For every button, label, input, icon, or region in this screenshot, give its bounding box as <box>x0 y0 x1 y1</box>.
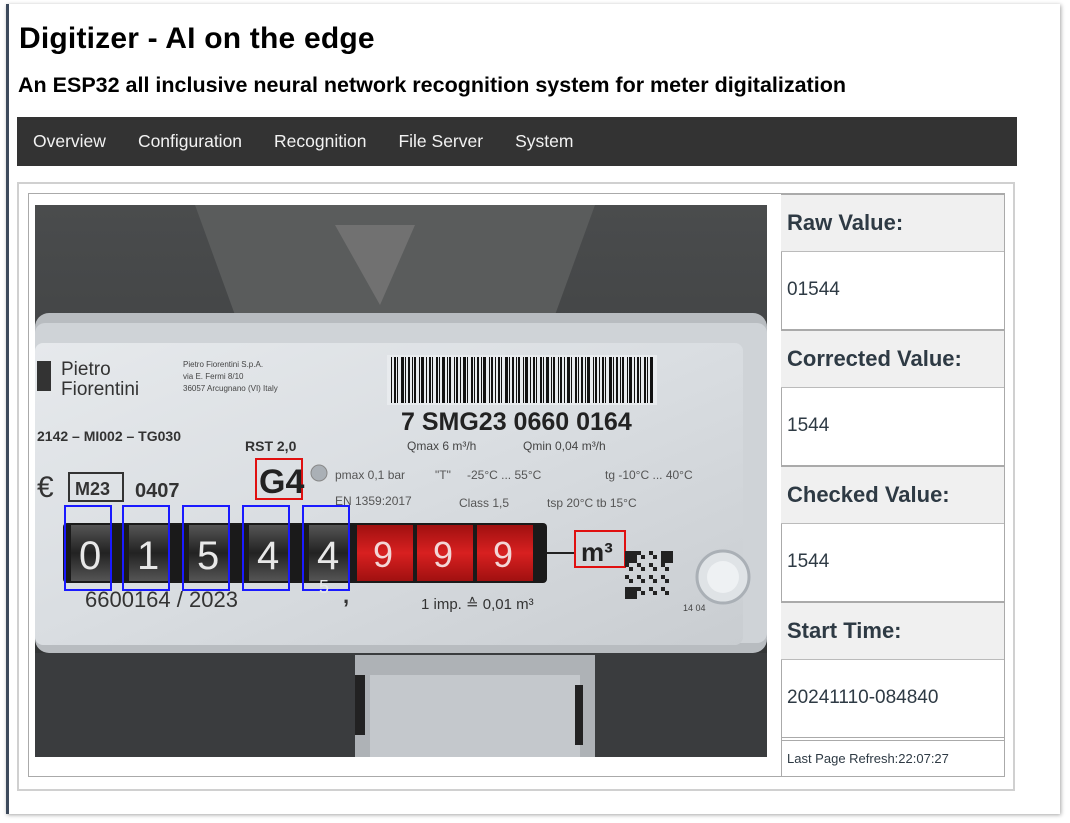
svg-text:0407: 0407 <box>135 480 180 502</box>
red-digit-2: 9 <box>493 534 513 575</box>
svg-text:6600164 / 2023: 6600164 / 2023 <box>85 587 238 612</box>
digit-1: 1 <box>137 534 159 578</box>
last-refresh: Last Page Refresh:22:07:27 <box>781 740 1004 776</box>
raw-value: 01544 <box>781 252 1004 330</box>
svg-text:-25°C ... 55°C: -25°C ... 55°C <box>467 468 542 482</box>
digit-next: 5 <box>319 577 329 597</box>
svg-text:tsp 20°C tb 15°C: tsp 20°C tb 15°C <box>547 496 637 510</box>
svg-text:M23: M23 <box>75 479 110 499</box>
brand-line1: Pietro <box>61 359 111 380</box>
svg-text:RST 2,0: RST 2,0 <box>245 438 297 454</box>
red-digit-0: 9 <box>373 534 393 575</box>
raw-value-label: Raw Value: <box>781 194 1004 252</box>
nav-system[interactable]: System <box>499 117 589 166</box>
svg-text:m³: m³ <box>581 537 613 567</box>
svg-text:via E. Fermi 8/10: via E. Fermi 8/10 <box>183 372 244 381</box>
svg-text:Qmin 0,04 m³/h: Qmin 0,04 m³/h <box>523 439 606 453</box>
main-nav: Overview Configuration Recognition File … <box>17 117 1017 166</box>
meter-serial: 7 SMG23 0660 0164 <box>401 408 632 436</box>
overview-frame: Pietro Fiorentini Pietro Fiorentini S.p.… <box>17 182 1015 791</box>
red-digit-1: 9 <box>433 534 453 575</box>
svg-text:36057 Arcugnano (VI) Italy: 36057 Arcugnano (VI) Italy <box>183 384 278 393</box>
svg-text:1 imp. ≙ 0,01 m³: 1 imp. ≙ 0,01 m³ <box>421 596 534 613</box>
nav-configuration[interactable]: Configuration <box>122 117 258 166</box>
digit-3: 4 <box>257 534 279 578</box>
page-title: Digitizer - AI on the edge <box>19 22 375 55</box>
page-subtitle: An ESP32 all inclusive neural network re… <box>18 73 846 97</box>
values-column: Raw Value: 01544 Corrected Value: 1544 C… <box>781 194 1004 776</box>
brand-logo <box>37 361 51 391</box>
digit-2: 5 <box>197 534 219 578</box>
corrected-value: 1544 <box>781 388 1004 466</box>
brand-line2: Fiorentini <box>61 379 139 400</box>
checked-value: 1544 <box>781 524 1004 602</box>
checked-value-label: Checked Value: <box>781 466 1004 524</box>
svg-text:,: , <box>343 583 349 608</box>
svg-text:€: € <box>37 471 54 504</box>
nav-overview[interactable]: Overview <box>17 117 122 166</box>
digit-0: 0 <box>79 534 101 578</box>
svg-text:"T": "T" <box>435 468 451 482</box>
overview-table: Pietro Fiorentini Pietro Fiorentini S.p.… <box>28 193 1005 777</box>
svg-text:G4: G4 <box>259 463 304 501</box>
start-time-label: Start Time: <box>781 602 1004 660</box>
svg-text:tg -10°C ... 40°C: tg -10°C ... 40°C <box>605 468 693 482</box>
svg-text:Class 1,5: Class 1,5 <box>459 496 509 510</box>
meter-photo: Pietro Fiorentini Pietro Fiorentini S.p.… <box>35 205 767 757</box>
meter-image: Pietro Fiorentini Pietro Fiorentini S.p.… <box>35 205 767 757</box>
digit-4: 4 <box>317 534 339 578</box>
start-time-value: 20241110-084840 <box>781 660 1004 738</box>
browser-page: Digitizer - AI on the edge An ESP32 all … <box>6 4 1060 814</box>
image-cell: Pietro Fiorentini Pietro Fiorentini S.p.… <box>29 194 782 776</box>
svg-text:14 04: 14 04 <box>683 603 706 613</box>
nav-file-server[interactable]: File Server <box>382 117 499 166</box>
svg-text:Qmax 6 m³/h: Qmax 6 m³/h <box>407 439 476 453</box>
svg-text:Pietro Fiorentini S.p.A.: Pietro Fiorentini S.p.A. <box>183 360 263 369</box>
svg-text:2142 – MI002 – TG030: 2142 – MI002 – TG030 <box>37 428 181 444</box>
barcode <box>387 355 657 405</box>
svg-text:pmax 0,1 bar: pmax 0,1 bar <box>335 468 405 482</box>
corrected-value-label: Corrected Value: <box>781 330 1004 388</box>
nav-recognition[interactable]: Recognition <box>258 117 382 166</box>
